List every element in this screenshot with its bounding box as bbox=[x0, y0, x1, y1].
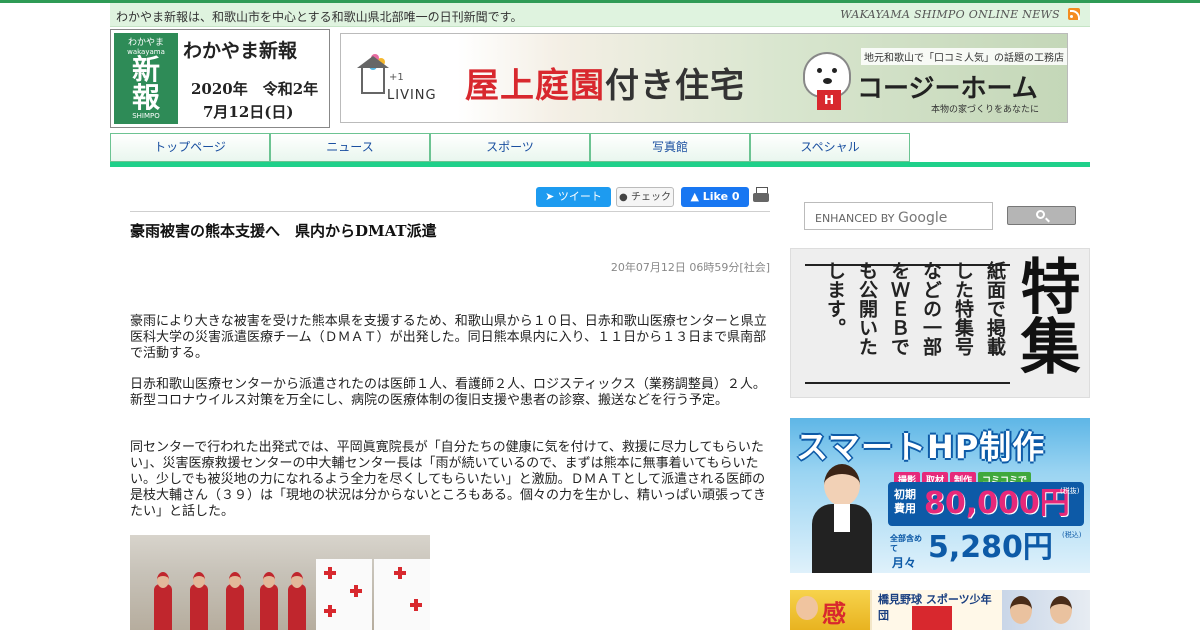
search-input[interactable]: ENHANCED BY Google bbox=[804, 202, 993, 230]
main-nav: トップページ ニュース スポーツ 写真館 スペシャル bbox=[110, 133, 1090, 163]
twitter-icon: ➤ bbox=[545, 190, 558, 203]
smart-hp-model-body bbox=[812, 504, 872, 573]
tweet-button[interactable]: ➤ ツイート bbox=[536, 187, 611, 207]
site-english-name: WAKAYAMA SHIMPO ONLINE NEWS bbox=[840, 8, 1060, 21]
header-year: 2020年 令和2年 bbox=[191, 80, 319, 98]
tokushu-text-column: した特集号 bbox=[952, 261, 974, 356]
nav-item-special[interactable]: スペシャル bbox=[750, 133, 910, 162]
logo-emblem: わかやま wakayama 新 報 SHIMPO bbox=[114, 33, 178, 124]
smart-hp-monthly-label: 月々 bbox=[892, 556, 917, 570]
top-banner-ad[interactable]: +1 LIVING 屋上庭園付き住宅 H 地元和歌山で「口コミ人気」の話題の工務… bbox=[340, 33, 1068, 123]
tokushu-text-column: をＷＥＢで bbox=[888, 261, 910, 356]
article-title: 豪雨被害の熊本支援へ 県内からDMAT派遣 bbox=[130, 222, 437, 240]
nav-underline bbox=[110, 162, 1090, 167]
house-icon bbox=[357, 56, 389, 94]
tokushu-text-column: します。 bbox=[824, 261, 846, 337]
smart-hp-tax-note: (税込) bbox=[1062, 531, 1082, 539]
thumbnail-face bbox=[1050, 596, 1072, 624]
photo-person bbox=[260, 572, 278, 630]
banner-headline-dark: 付き住宅 bbox=[605, 66, 745, 106]
article-paragraph: 日赤和歌山医療センターから派遣されたのは医師１人、看護師２人、ロジスティックス（… bbox=[130, 377, 766, 408]
photo-person bbox=[226, 572, 244, 630]
article-paragraph: 同センターで行われた出発式では、平岡眞寛院長が「自分たちの健康に気を付けて、救援… bbox=[130, 440, 766, 519]
site-tagline: わかやま新報は、和歌山市を中心とする和歌山県北部唯一の日刊新聞です。 bbox=[116, 10, 523, 24]
thumbnail-face bbox=[1010, 596, 1032, 624]
nav-item-top[interactable]: トップページ bbox=[110, 133, 270, 162]
red-cross-icon bbox=[324, 567, 336, 579]
photo-person bbox=[288, 572, 306, 630]
smart-hp-model-head bbox=[824, 464, 860, 506]
article-paragraph: 豪雨により大きな被害を受けた熊本県を支援するため、和歌山県から１０日、日赤和歌山… bbox=[130, 314, 767, 361]
logo-emblem-shimpo: SHIMPO bbox=[132, 112, 160, 120]
nav-item-news[interactable]: ニュース bbox=[270, 133, 430, 162]
smart-hp-initial-label: 初期費用 bbox=[894, 488, 916, 515]
search-placeholder-prefix: ENHANCED BY bbox=[815, 212, 895, 225]
search-placeholder: ENHANCED BY Google bbox=[815, 210, 947, 226]
search-icon bbox=[1036, 210, 1045, 219]
print-icon[interactable] bbox=[753, 187, 770, 205]
thumbnail-ad-2[interactable]: 橋見野球 スポーツ少年団 bbox=[872, 590, 1002, 630]
red-cross-icon bbox=[410, 599, 422, 611]
living-logo-plus: +1 bbox=[389, 72, 404, 83]
thumbs-up-icon: ▲ bbox=[690, 190, 703, 203]
tokushu-title: 特集 bbox=[1010, 255, 1080, 375]
google-logo: Google bbox=[897, 210, 948, 226]
sidebar-thumbnail-strip[interactable]: 感 橋見野球 スポーツ少年団 bbox=[790, 590, 1090, 630]
red-cross-icon bbox=[394, 567, 406, 579]
smart-hp-monthly-price: 5,280円 bbox=[928, 530, 1053, 565]
header-date: 7月12日(日) bbox=[203, 103, 294, 121]
thumbnail-ad-3[interactable] bbox=[1002, 590, 1090, 630]
banner-company: コージーホーム bbox=[857, 74, 1038, 104]
red-cross-icon bbox=[350, 585, 362, 597]
tweet-label: ツイート bbox=[557, 190, 602, 203]
logo-emblem-kana: わかやま bbox=[127, 38, 164, 48]
living-logo-text: LIVING bbox=[387, 88, 437, 103]
photo-person bbox=[190, 572, 208, 630]
tokushu-banner[interactable]: 紙面で掲載 した特集号 などの一部 をＷＥＢで も公開いた します。 特集 bbox=[790, 248, 1090, 398]
company-mark-icon: H bbox=[817, 90, 841, 110]
check-label: チェック bbox=[630, 192, 671, 203]
tokushu-text-column: 紙面で掲載 bbox=[984, 261, 1006, 356]
logo-emblem-char-1: 新 bbox=[131, 53, 160, 86]
facebook-like-button[interactable]: ▲ Like 0 bbox=[681, 187, 749, 207]
mixi-check-button[interactable]: ● チェック bbox=[616, 187, 674, 207]
rss-icon[interactable] bbox=[1068, 8, 1080, 20]
article-meta: 20年07月12日 06時59分[社会] bbox=[610, 261, 770, 274]
photo-backdrop-panel bbox=[374, 559, 430, 630]
living-logo: +1 LIVING bbox=[357, 54, 447, 109]
mixi-icon: ● bbox=[619, 192, 631, 203]
thumbnail-ad-2-block bbox=[912, 606, 952, 630]
smart-hp-initial-price: 80,000円 bbox=[924, 486, 1070, 521]
nav-item-photos[interactable]: 写真館 bbox=[590, 133, 750, 162]
smart-hp-all-label: 全部含めて bbox=[890, 534, 922, 553]
like-label: Like 0 bbox=[702, 190, 740, 203]
header-tagline-bar: わかやま新報は、和歌山市を中心とする和歌山県北部唯一の日刊新聞です。 WAKAY… bbox=[110, 3, 1090, 27]
logo-emblem-char-2: 報 bbox=[131, 81, 160, 114]
smart-hp-ad[interactable]: スマートHP制作 撮影 取材 制作 コミコミで 初期費用 80,000円 (税抜) 全… bbox=[790, 418, 1090, 573]
thumbnail-ad-1[interactable]: 感 bbox=[790, 590, 870, 630]
nav-item-sports[interactable]: スポーツ bbox=[430, 133, 590, 162]
site-logo[interactable]: わかやま wakayama 新 報 SHIMPO わかやま新報 2020年 令和… bbox=[110, 29, 330, 128]
banner-tagline: 本物の家づくりをあなたに bbox=[931, 105, 1040, 115]
smart-hp-title: スマートHP制作 bbox=[796, 428, 1046, 466]
thumbnail-ad-1-text: 感 bbox=[822, 600, 846, 628]
red-cross-icon bbox=[324, 605, 336, 617]
title-divider bbox=[130, 211, 770, 212]
photo-backdrop-panel bbox=[316, 559, 372, 630]
tokushu-text-column: などの一部 bbox=[920, 261, 942, 356]
banner-headline-red: 屋上庭園 bbox=[465, 66, 605, 106]
banner-headline: 屋上庭園付き住宅 bbox=[465, 58, 745, 107]
tokushu-text-column: も公開いた bbox=[856, 261, 878, 356]
banner-subtitle: 地元和歌山で「口コミ人気」の話題の工務店 bbox=[861, 48, 1067, 65]
smart-hp-model bbox=[808, 464, 878, 573]
logo-name: わかやま新報 bbox=[183, 40, 298, 62]
smart-hp-tax-note: (税抜) bbox=[1060, 487, 1080, 495]
search-button[interactable] bbox=[1007, 206, 1076, 225]
article-photo[interactable] bbox=[130, 535, 430, 630]
photo-person bbox=[154, 572, 172, 630]
thumbnail-face bbox=[796, 596, 818, 620]
